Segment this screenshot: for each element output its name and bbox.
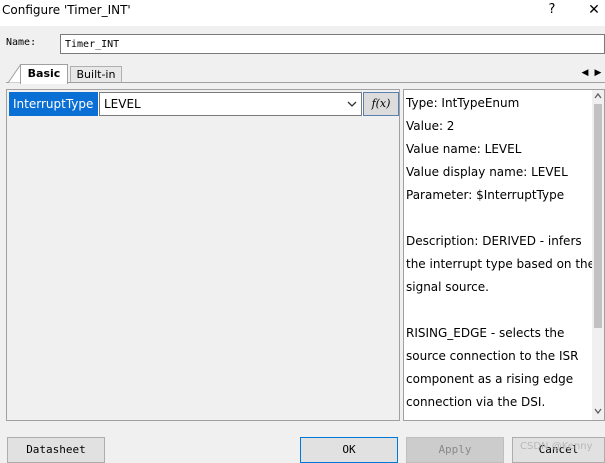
description-line: connection via the DSI. (406, 395, 546, 409)
description-line: signal source. (406, 280, 489, 294)
description-line (406, 207, 592, 230)
description-line: RISING_EDGE - selects the (406, 326, 565, 340)
description-line: Type: IntTypeEnum (406, 96, 520, 110)
window-title: Configure 'Timer_INT' (2, 3, 131, 17)
tab-scroll-left-icon[interactable]: ◀ (580, 66, 590, 80)
tab-scroll-right-icon[interactable]: ▶ (593, 66, 603, 80)
parameter-value-select[interactable]: LEVEL (99, 92, 362, 116)
close-icon[interactable]: ✕ (583, 0, 605, 22)
tab-basic[interactable]: Basic (20, 64, 68, 84)
description-line: Value display name: LEVEL (406, 165, 568, 179)
parameter-grid (6, 89, 400, 421)
cancel-button[interactable]: Cancel (512, 437, 605, 463)
description-line (406, 299, 592, 322)
help-button[interactable]: ? (540, 0, 564, 22)
scrollbar-thumb[interactable] (594, 104, 602, 328)
description-line: the interrupt type based on the (406, 257, 596, 271)
chevron-down-icon[interactable] (344, 94, 360, 114)
ok-button[interactable]: OK (300, 437, 398, 463)
datasheet-button[interactable]: Datasheet (7, 437, 105, 463)
description-line: Description: DERIVED - infers (406, 234, 582, 248)
expression-button[interactable]: f(x) (363, 92, 399, 116)
scroll-down-icon[interactable] (592, 405, 604, 417)
name-input[interactable] (60, 34, 605, 54)
tab-built-in[interactable]: Built-in (70, 66, 122, 82)
apply-button[interactable]: Apply (406, 437, 504, 463)
tab-strip-divider (6, 82, 605, 83)
scroll-up-icon[interactable] (592, 90, 604, 102)
description-line: component as a rising edge (406, 372, 574, 386)
description-line: Parameter: $InterruptType (406, 188, 565, 202)
description-text: Type: IntTypeEnum Value: 2 Value name: L… (406, 92, 596, 414)
description-line: Value name: LEVEL (406, 142, 522, 156)
name-label: Name: (6, 37, 37, 48)
description-line: source connection to the ISR (406, 349, 579, 363)
parameter-name-cell[interactable]: InterruptType (9, 92, 98, 116)
description-line: Value: 2 (406, 119, 455, 133)
